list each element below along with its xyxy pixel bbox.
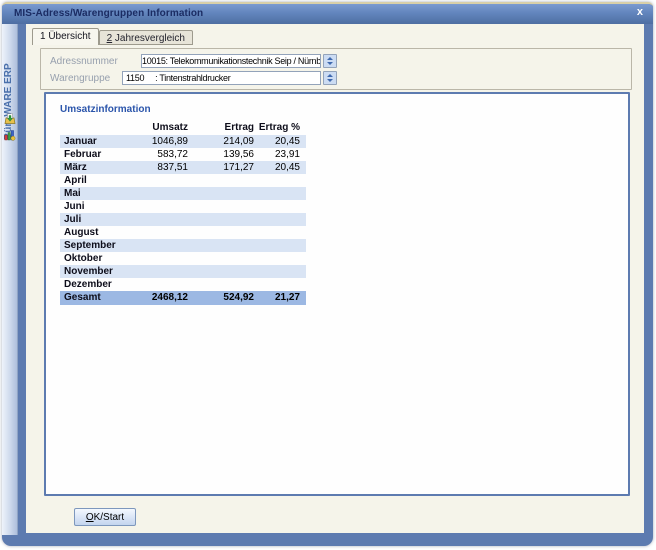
ertrag-header-cell: Ertrag (188, 120, 254, 135)
table-row: August (60, 226, 306, 239)
month-cell: Mai (60, 187, 126, 200)
month-cell: Februar (60, 148, 126, 161)
warengruppe-label: Warengruppe (50, 73, 110, 84)
month-cell: Juni (60, 200, 126, 213)
ertrag-pct-header-cell: Ertrag % (254, 120, 300, 135)
ertrag_pct-cell: 20,45 (254, 135, 300, 148)
tab-uebersicht[interactable]: 1 Übersicht (32, 28, 99, 45)
ertrag_pct-cell (254, 239, 300, 252)
month-cell: Dezember (60, 278, 126, 291)
table-row: Dezember (60, 278, 306, 291)
ertrag_pct-cell (254, 174, 300, 187)
total-umsatz-cell: 2468,12 (126, 291, 188, 305)
table-header-row: Umsatz Ertrag Ertrag % (60, 120, 306, 135)
ertrag_pct-cell: 23,91 (254, 148, 300, 161)
ertrag_pct-cell (254, 278, 300, 291)
ok-start-button[interactable]: OK/Start (74, 508, 136, 526)
month-cell: Juli (60, 213, 126, 226)
window-title: MIS-Adress/Warengruppen Information (14, 8, 203, 19)
ertrag-cell: 171,27 (188, 161, 254, 174)
ertrag-cell (188, 200, 254, 213)
ertrag-cell (188, 278, 254, 291)
ertrag-cell (188, 265, 254, 278)
month-cell: Januar (60, 135, 126, 148)
umsatz-cell (126, 213, 188, 226)
table-row: März837,51171,2720,45 (60, 161, 306, 174)
month-cell: Oktober (60, 252, 126, 265)
ertrag-cell: 139,56 (188, 148, 254, 161)
table-row: Januar1046,89214,0920,45 (60, 135, 306, 148)
umsatz-panel: Umsatzinformation Umsatz Ertrag Ertrag %… (44, 92, 630, 496)
tab-bar: 1 Übersicht 2 Jahresvergleich (32, 27, 193, 45)
warengruppe-field[interactable]: 1150 : Tintenstrahldrucker (122, 71, 321, 85)
ertrag_pct-cell (254, 226, 300, 239)
table-row: September (60, 239, 306, 252)
table-row: Juni (60, 200, 306, 213)
umsatz-table-body: Januar1046,89214,0920,45Februar583,72139… (60, 135, 306, 291)
table-row: Oktober (60, 252, 306, 265)
table-row: Mai (60, 187, 306, 200)
ertrag_pct-cell: 20,45 (254, 161, 300, 174)
titlebar: MIS-Adress/Warengruppen Information x (2, 4, 653, 24)
umsatz-header-cell: Umsatz (126, 120, 188, 135)
umsatz-cell (126, 265, 188, 278)
umsatz-cell (126, 252, 188, 265)
umsatz-cell: 837,51 (126, 161, 188, 174)
table-row: November (60, 265, 306, 278)
table-row: Februar583,72139,5623,91 (60, 148, 306, 161)
total-label-cell: Gesamt (60, 291, 126, 305)
tab-jahresvergleich[interactable]: 2 Jahresvergleich (99, 30, 193, 45)
adressnummer-field[interactable]: 10015: Telekommunikationstechnik Seip / … (141, 54, 321, 68)
umsatz-cell: 1046,89 (126, 135, 188, 148)
adressnummer-spinner-icon[interactable] (323, 54, 337, 68)
close-icon[interactable]: x (637, 7, 643, 18)
month-cell: November (60, 265, 126, 278)
warengruppe-spinner-icon[interactable] (323, 71, 337, 85)
mis-window: MIS-Adress/Warengruppen Information x Bü… (2, 2, 653, 546)
adressnummer-label: Adressnummer (50, 56, 118, 67)
umsatz-cell (126, 278, 188, 291)
umsatz-cell (126, 226, 188, 239)
sidebar: BüroWARE ERP (2, 24, 18, 535)
ertrag-cell (188, 187, 254, 200)
total-ertrag-pct-cell: 21,27 (254, 291, 300, 305)
ertrag-cell (188, 239, 254, 252)
umsatz-cell (126, 200, 188, 213)
ertrag-cell (188, 174, 254, 187)
table-total-row: Gesamt 2468,12 524,92 21,27 (60, 291, 306, 305)
month-header-cell (60, 120, 126, 135)
ertrag_pct-cell (254, 252, 300, 265)
ertrag-cell: 214,09 (188, 135, 254, 148)
umsatz-cell (126, 239, 188, 252)
month-cell: April (60, 174, 126, 187)
umsatz-cell (126, 187, 188, 200)
total-ertrag-cell: 524,92 (188, 291, 254, 305)
ertrag_pct-cell (254, 265, 300, 278)
month-cell: September (60, 239, 126, 252)
selection-groupbox: Adressnummer 10015: Telekommunikationste… (40, 48, 632, 90)
table-row: Juli (60, 213, 306, 226)
ertrag-cell (188, 226, 254, 239)
panel-title: Umsatzinformation (60, 104, 151, 115)
statistics-icon[interactable] (4, 128, 16, 140)
ertrag-cell (188, 252, 254, 265)
ertrag-cell (188, 213, 254, 226)
umsatz-cell: 583,72 (126, 148, 188, 161)
ertrag_pct-cell (254, 200, 300, 213)
ertrag_pct-cell (254, 213, 300, 226)
table-row: April (60, 174, 306, 187)
umsatz-table: Umsatz Ertrag Ertrag % Januar1046,89214,… (60, 120, 306, 305)
export-icon[interactable] (4, 112, 16, 124)
month-cell: März (60, 161, 126, 174)
month-cell: August (60, 226, 126, 239)
umsatz-cell (126, 174, 188, 187)
content-area: 1 Übersicht 2 Jahresvergleich Adressnumm… (26, 24, 644, 533)
ertrag_pct-cell (254, 187, 300, 200)
